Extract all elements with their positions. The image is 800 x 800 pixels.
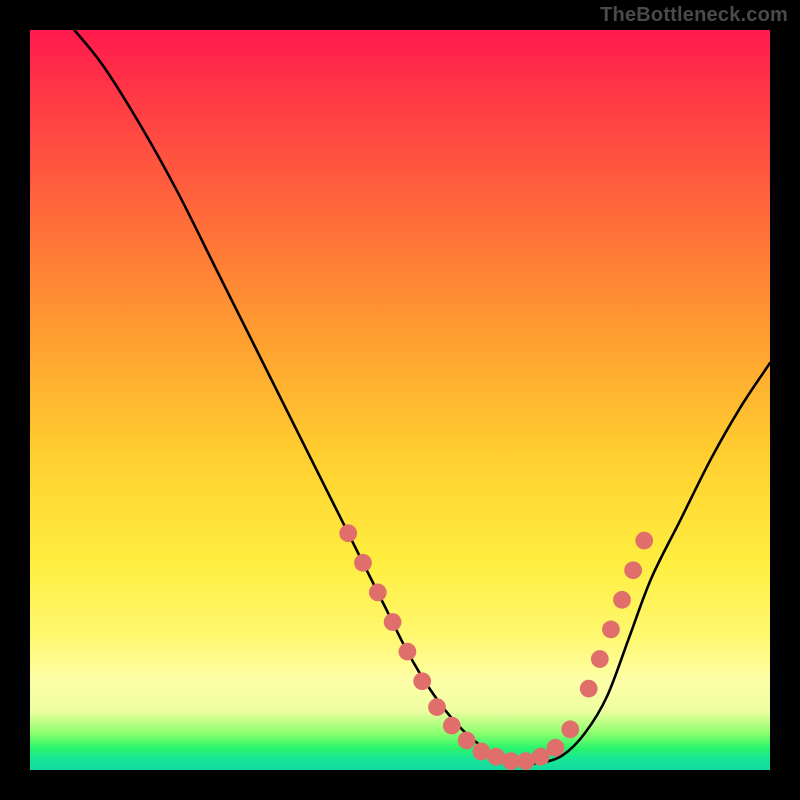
chart-marker-dot xyxy=(413,672,431,690)
chart-plot-area xyxy=(30,30,770,770)
chart-marker-dot xyxy=(458,732,476,750)
chart-marker-dot xyxy=(613,591,631,609)
chart-curve xyxy=(74,30,770,764)
chart-marker-dot xyxy=(580,680,598,698)
chart-markers xyxy=(339,524,653,770)
chart-overlay-svg xyxy=(30,30,770,770)
chart-marker-dot xyxy=(384,613,402,631)
canvas: TheBottleneck.com xyxy=(0,0,800,800)
chart-marker-dot xyxy=(624,561,642,579)
chart-marker-dot xyxy=(561,720,579,738)
chart-marker-dot xyxy=(602,621,620,639)
chart-marker-dot xyxy=(591,650,609,668)
chart-marker-dot xyxy=(354,554,372,572)
chart-marker-dot xyxy=(399,643,417,661)
chart-marker-dot xyxy=(428,698,446,716)
chart-marker-dot xyxy=(635,532,653,550)
chart-marker-dot xyxy=(532,748,550,766)
chart-marker-dot xyxy=(369,584,387,602)
watermark-text: TheBottleneck.com xyxy=(600,4,788,27)
chart-marker-dot xyxy=(443,717,461,735)
chart-marker-dot xyxy=(339,524,357,542)
chart-marker-dot xyxy=(547,739,565,757)
